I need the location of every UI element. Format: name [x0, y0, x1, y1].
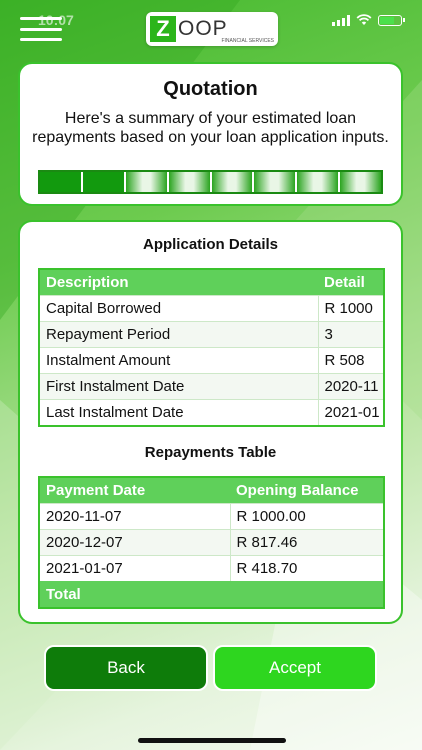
total-label: Total	[40, 581, 230, 607]
table-row: 2020-11-07 R 1000.00	[40, 502, 383, 529]
table-cell: 2020-11-07	[40, 502, 231, 529]
table-cell: R 817.46	[230, 528, 383, 555]
table-row: Repayment Period 3	[40, 320, 383, 347]
table-cell: R 418.70	[230, 554, 383, 581]
table-row: Last Instalment Date 2021-01	[40, 398, 383, 425]
table-row: Capital Borrowed R 1000	[40, 294, 383, 321]
table-cell: R 508	[318, 346, 383, 373]
progress-step	[82, 172, 126, 192]
table-row: 2021-01-07 R 418.70	[40, 554, 383, 581]
column-header: Description	[40, 270, 318, 295]
column-header: Opening Balance	[230, 478, 383, 503]
zoop-logo: Z OOP FINANCIAL SERVICES	[146, 12, 278, 46]
step-progress-bar	[38, 170, 383, 194]
column-header: Detail	[318, 270, 383, 295]
repayments-table-title: Repayments Table	[144, 444, 277, 461]
progress-step	[168, 172, 212, 192]
quotation-title: Quotation	[163, 78, 258, 100]
logo-name: OOP	[178, 17, 228, 40]
quotation-description: Here's a summary of your estimated loan …	[32, 110, 389, 146]
battery-icon	[378, 14, 405, 26]
table-row: 2020-12-07 R 817.46	[40, 528, 383, 555]
quotation-card: Quotation Here's a summary of your estim…	[18, 62, 403, 206]
menu-icon[interactable]	[20, 17, 62, 41]
signal-icon	[332, 14, 350, 26]
logo-mark: Z	[150, 16, 176, 42]
table-cell: Capital Borrowed	[40, 294, 319, 321]
repayments-table-wrap[interactable]: Payment Date Opening Balance 2020-11-07 R…	[38, 476, 385, 609]
progress-step	[211, 172, 255, 192]
repayments-table: Payment Date Opening Balance 2020-11-07 R…	[40, 478, 383, 607]
application-details-title: Application Details	[142, 236, 279, 253]
table-row: First Instalment Date 2020-11	[40, 372, 383, 399]
table-cell: Repayment Period	[40, 320, 319, 347]
table-cell: First Instalment Date	[40, 372, 319, 399]
table-cell: 3	[318, 320, 383, 347]
progress-step	[340, 172, 381, 192]
progress-step	[125, 172, 169, 192]
table-cell: R 1000.00	[230, 502, 383, 529]
progress-step	[254, 172, 298, 192]
home-indicator[interactable]	[138, 738, 286, 743]
column-header: Payment Date	[40, 478, 230, 503]
table-cell: 2020-11	[318, 372, 383, 399]
progress-step	[297, 172, 341, 192]
wifi-icon	[356, 14, 372, 25]
table-cell: 2021-01-07	[40, 554, 231, 581]
table-cell: 2020-12-07	[40, 528, 231, 555]
table-cell: Instalment Amount	[40, 346, 319, 373]
accept-button[interactable]: Accept	[213, 645, 377, 691]
table-row: Instalment Amount R 508	[40, 346, 383, 373]
details-card: Application Details Description Detail C…	[18, 220, 403, 624]
application-details-table-wrap[interactable]: Description Detail Capital Borrowed R 100…	[38, 268, 385, 427]
logo-subtitle: FINANCIAL SERVICES	[221, 38, 274, 44]
application-details-table: Description Detail Capital Borrowed R 100…	[40, 270, 383, 425]
total-value	[230, 581, 383, 607]
table-cell: R 1000	[318, 294, 383, 321]
table-cell: Last Instalment Date	[40, 398, 319, 425]
table-cell: 2021-01	[318, 398, 383, 425]
status-icons	[332, 14, 405, 26]
back-button[interactable]: Back	[44, 645, 208, 691]
progress-step	[40, 172, 83, 192]
total-row: Total	[40, 581, 383, 607]
